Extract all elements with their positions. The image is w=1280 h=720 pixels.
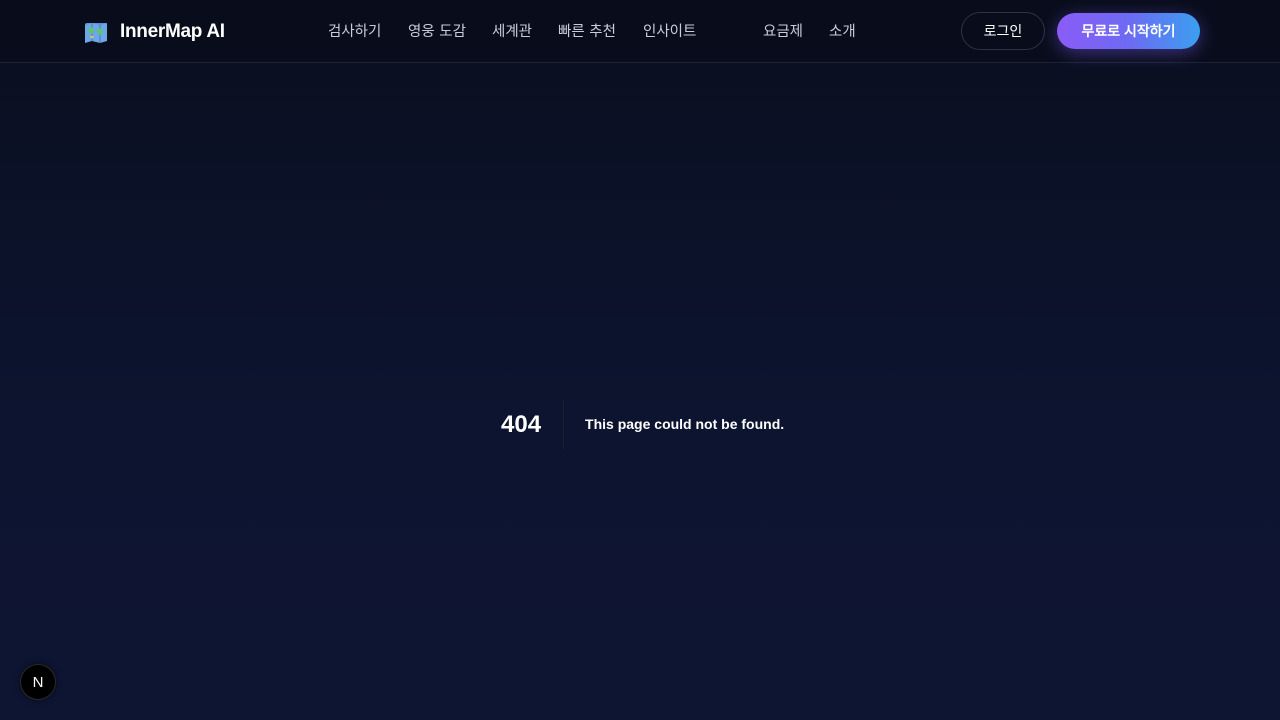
- nav-link-worldview[interactable]: 세계관: [492, 22, 532, 42]
- nav-link-hero-guide[interactable]: 영웅 도감: [408, 22, 466, 42]
- login-button[interactable]: 로그인: [961, 12, 1045, 50]
- nav-link-about[interactable]: 소개: [829, 22, 856, 42]
- world-map-icon: [85, 23, 107, 43]
- not-found-message: 404 This page could not be found.: [501, 400, 784, 449]
- top-navbar: InnerMap AI 검사하기 영웅 도감 세계관 빠른 추천 인사이트 요금…: [0, 0, 1280, 63]
- start-free-button[interactable]: 무료로 시작하기: [1057, 13, 1200, 49]
- brand-name: InnerMap AI: [120, 21, 225, 42]
- error-code: 404: [501, 400, 565, 449]
- brand-logo-link[interactable]: InnerMap AI: [84, 20, 225, 44]
- nav-link-insight[interactable]: 인사이트: [643, 22, 696, 42]
- nextjs-icon: N: [32, 673, 44, 691]
- error-description: This page could not be found.: [585, 416, 785, 432]
- nav-link-pricing[interactable]: 요금제: [763, 22, 803, 42]
- nav-link-test[interactable]: 검사하기: [328, 22, 381, 42]
- nav-link-quick-recommend[interactable]: 빠른 추천: [558, 22, 616, 42]
- nextjs-dev-indicator[interactable]: N: [20, 664, 56, 700]
